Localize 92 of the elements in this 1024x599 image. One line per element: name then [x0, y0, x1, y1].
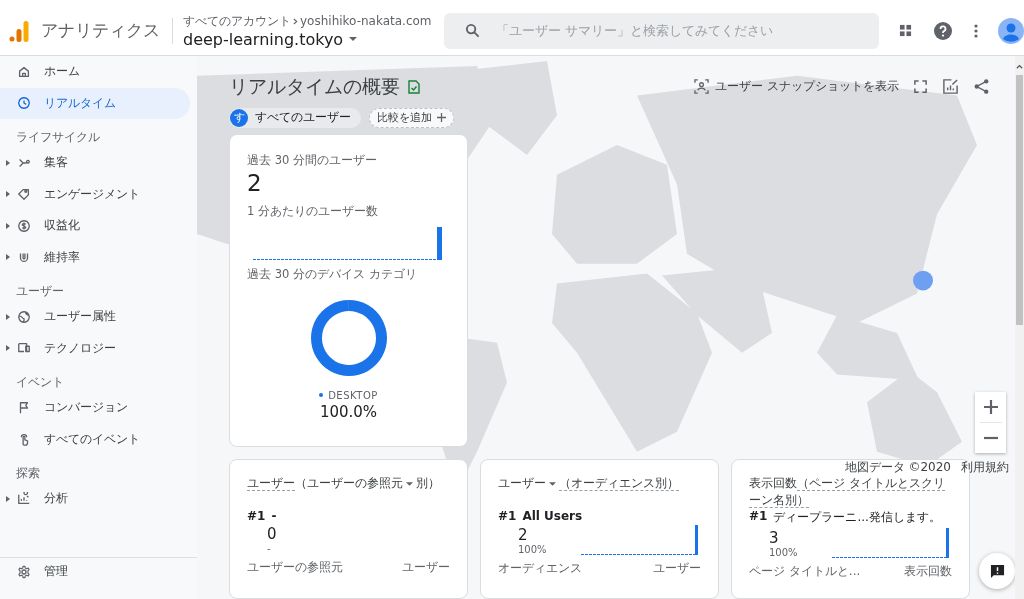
- card-title: 別）: [416, 476, 440, 490]
- expand-arrow-icon[interactable]: [6, 222, 10, 229]
- top-item: All Users: [522, 509, 583, 523]
- metric-value: 2: [518, 526, 529, 544]
- legend-label: DESKTOP: [328, 389, 378, 401]
- breadcrumb-link[interactable]: すべてのアカウント: [183, 12, 291, 30]
- metric-label: 過去 30 分のデバイス カテゴリ: [247, 266, 418, 282]
- card-title: （オーディエンス別）: [559, 476, 679, 491]
- user-snapshot-button[interactable]: ユーザー スナップショットを表示: [694, 78, 899, 96]
- section-heading: イベント: [15, 374, 65, 391]
- feedback-icon: [989, 563, 1005, 579]
- metric-value: 2: [247, 169, 263, 196]
- nav-item[interactable]: リアルタイム: [0, 87, 190, 119]
- share-value: -: [267, 543, 272, 554]
- gear-icon: [17, 564, 31, 579]
- column-header: ユーザー: [402, 559, 450, 576]
- tag-icon: [17, 187, 31, 202]
- legend-value: 100.0%: [318, 402, 379, 421]
- column-header: ユーザー: [653, 560, 701, 577]
- chevron-right-icon: [293, 17, 298, 25]
- segment-initial: す: [230, 108, 248, 127]
- expand-arrow-icon[interactable]: [6, 254, 10, 261]
- dimension-dropdown[interactable]: （ユーザーの参照元: [295, 476, 416, 490]
- caret-icon: [406, 481, 413, 486]
- clock-icon: [17, 96, 31, 111]
- card-title: ユーザー: [247, 476, 295, 491]
- user-frame-icon: [694, 79, 710, 95]
- nav-item[interactable]: 維持率: [0, 241, 190, 273]
- verified-document-icon: [408, 79, 420, 94]
- top-item: ディープラーニ...発信します。: [773, 509, 941, 526]
- caret-icon: [349, 37, 358, 41]
- metric-label: 1 分あたりのユーザー数: [247, 203, 379, 219]
- expand-arrow-icon[interactable]: [6, 313, 10, 320]
- property-selector[interactable]: deep-learning.tokyo: [183, 29, 358, 49]
- nav-item[interactable]: テクノロジー: [0, 332, 190, 364]
- fullscreen-icon[interactable]: [913, 79, 928, 95]
- expand-arrow-icon[interactable]: [6, 191, 10, 198]
- avatar-icon[interactable]: [998, 17, 1024, 44]
- column-header: 表示回数: [904, 563, 952, 580]
- top-item: -: [271, 509, 277, 523]
- nav-item[interactable]: 分析: [0, 483, 190, 515]
- terms-link[interactable]: 利用規約: [961, 459, 1009, 476]
- share-icon[interactable]: [973, 78, 990, 96]
- more-options-icon[interactable]: [974, 23, 978, 38]
- section-heading: ユーザー: [15, 283, 65, 300]
- analytics-logo-icon: [9, 19, 29, 42]
- section-heading: ライフサイクル: [15, 129, 101, 146]
- dimension-dropdown[interactable]: ユーザー: [498, 476, 559, 490]
- apps-grid-icon[interactable]: [899, 24, 912, 37]
- segment-label: すべてのユーザー: [255, 109, 351, 127]
- rank-label: #1: [749, 509, 768, 525]
- expand-arrow-icon[interactable]: [6, 495, 10, 502]
- breadcrumb-link[interactable]: yoshihiko-nakata.com: [300, 14, 432, 28]
- caret-icon: [549, 481, 556, 486]
- expand-arrow-icon[interactable]: [6, 345, 10, 352]
- scroll-up-icon[interactable]: [1016, 64, 1023, 69]
- metric-value: 0: [267, 525, 277, 543]
- flag-icon: [17, 400, 31, 415]
- dollar-icon: [17, 218, 31, 233]
- nav-item[interactable]: 収益化: [0, 210, 190, 242]
- map-attribution: 地図データ ©2020: [844, 459, 951, 476]
- rank-label: #1: [247, 509, 266, 523]
- search-icon: [464, 22, 480, 38]
- help-icon[interactable]: [934, 21, 952, 40]
- plus-icon: [437, 113, 446, 123]
- column-header: ページ タイトルと...: [749, 563, 861, 580]
- share-value: 100%: [769, 547, 798, 558]
- chart-search-icon: [17, 491, 31, 506]
- nav-item[interactable]: ホーム: [0, 56, 190, 88]
- nav-item[interactable]: 集客: [0, 147, 190, 179]
- zoom-in-icon[interactable]: [983, 400, 998, 414]
- metric-value: 3: [769, 529, 780, 547]
- nav-item[interactable]: エンゲージメント: [0, 178, 190, 210]
- card-title: 表示回数: [749, 476, 797, 490]
- rank-label: #1: [498, 509, 517, 523]
- nav-item[interactable]: ユーザー属性: [0, 301, 190, 333]
- column-header: オーディエンス: [498, 560, 582, 577]
- metric-label: 過去 30 分間のユーザー: [247, 152, 378, 168]
- section-heading: 探索: [15, 465, 41, 482]
- globe-icon: [17, 309, 31, 324]
- home-icon: [17, 64, 31, 79]
- edit-chart-icon[interactable]: [942, 78, 959, 96]
- search-field[interactable]: 「ユーザー サマリー」と検索してみてください: [443, 12, 879, 49]
- expand-arrow-icon[interactable]: [6, 159, 10, 166]
- app-name: アナリティクス: [41, 19, 160, 42]
- share-value: 100%: [518, 544, 547, 555]
- nav-item[interactable]: 管理: [0, 557, 197, 585]
- nav-item[interactable]: コンバージョン: [0, 392, 190, 424]
- nav-item[interactable]: すべてのイベント: [0, 423, 190, 455]
- page-title: リアルタイムの概要: [229, 73, 400, 99]
- column-header: ユーザーの参照元: [247, 559, 343, 576]
- scrollbar[interactable]: [1015, 56, 1024, 599]
